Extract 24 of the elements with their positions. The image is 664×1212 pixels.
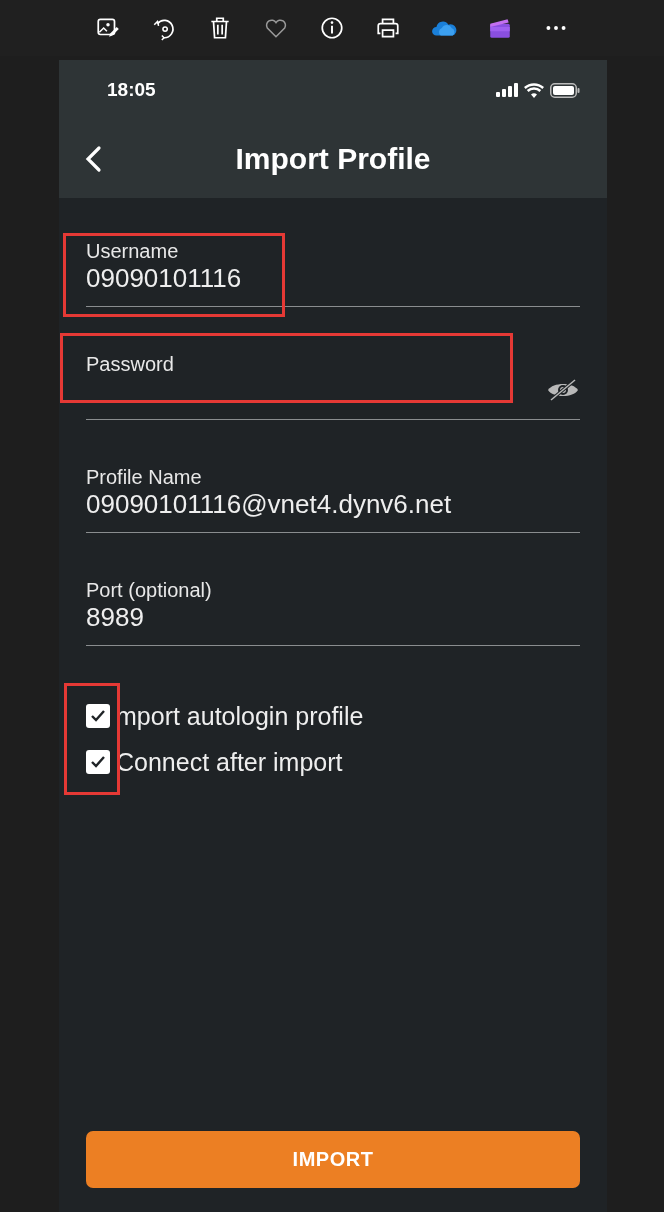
wifi-icon: [524, 82, 544, 98]
checkbox[interactable]: [86, 704, 110, 728]
password-field[interactable]: Password: [86, 353, 580, 420]
printer-icon[interactable]: [375, 15, 401, 41]
field-label: Profile Name: [86, 466, 202, 488]
text-field[interactable]: Profile Name 09090101116@vnet4.dynv6.net: [86, 466, 580, 533]
field-label: Password: [86, 353, 174, 375]
back-icon[interactable]: [83, 145, 103, 173]
status-time: 18:05: [107, 79, 157, 101]
battery-icon: [550, 82, 580, 98]
screen-title: Import Profile: [235, 142, 431, 175]
field-value: 8989: [86, 601, 144, 633]
checkbox[interactable]: [86, 750, 110, 774]
field-label: Port (optional): [86, 579, 212, 601]
check-icon: [90, 709, 106, 723]
text-field[interactable]: Username 09090101116: [86, 240, 580, 307]
field-value: 09090101116: [86, 262, 242, 294]
signal-icon: [496, 83, 518, 97]
field-label: Username: [86, 240, 179, 262]
field-value: 09090101116@vnet4.dynv6.net: [86, 488, 452, 520]
hidden-eye-icon[interactable]: [546, 379, 580, 401]
text-field[interactable]: Port (optional) 8989: [86, 579, 580, 646]
check-icon: [90, 755, 106, 769]
info-icon[interactable]: [319, 15, 345, 41]
